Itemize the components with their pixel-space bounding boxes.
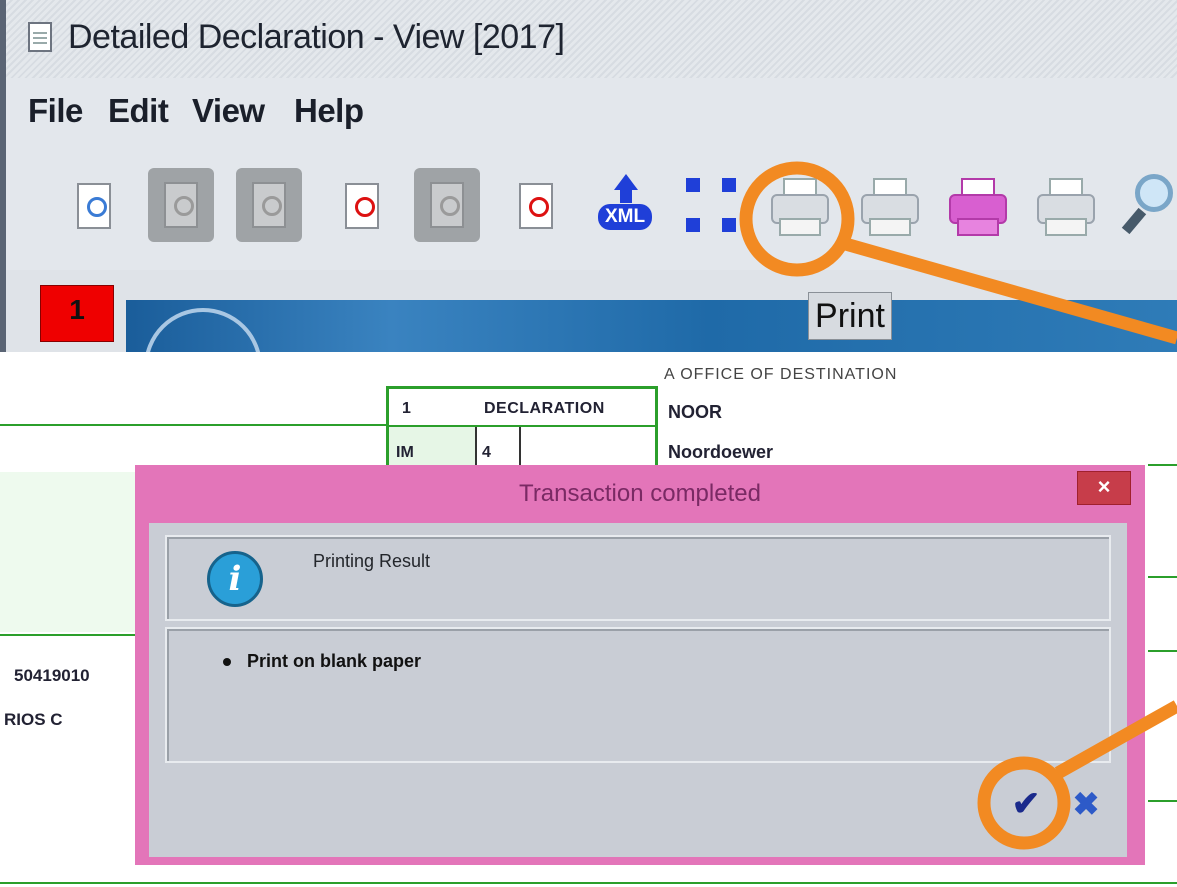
printer-pink-icon bbox=[947, 178, 1007, 236]
disabled-doc-button-3 bbox=[414, 168, 480, 242]
declaration-subtype: 4 bbox=[482, 444, 491, 461]
xml-label: XML bbox=[598, 204, 652, 230]
commodity-code: 50419010 bbox=[14, 666, 90, 685]
dialog-close-button[interactable]: × bbox=[1077, 471, 1131, 505]
info-title: Printing Result bbox=[313, 551, 431, 571]
cancel-button[interactable]: ✖ bbox=[1065, 783, 1107, 825]
document-icon bbox=[28, 22, 52, 52]
printer-icon bbox=[1035, 178, 1095, 236]
bullet-icon bbox=[223, 658, 231, 666]
search-button[interactable] bbox=[1118, 166, 1177, 246]
un-logo-icon bbox=[144, 308, 262, 352]
menu-help[interactable]: Help bbox=[294, 92, 364, 130]
menu-edit[interactable]: Edit bbox=[108, 92, 169, 130]
view-doc-icon bbox=[519, 183, 553, 229]
dialog-title: Transaction completed bbox=[519, 480, 761, 507]
menu-view[interactable]: View bbox=[192, 92, 265, 130]
ok-button[interactable]: ✔ bbox=[1005, 783, 1047, 825]
view-doc-button-2[interactable] bbox=[502, 166, 570, 246]
view-doc-button-1[interactable] bbox=[328, 166, 396, 246]
magnifier-icon bbox=[1121, 174, 1177, 238]
header-banner bbox=[126, 300, 1177, 352]
print-button[interactable] bbox=[764, 166, 832, 246]
message-text: Print on blank paper bbox=[247, 651, 422, 671]
print-button-2[interactable] bbox=[854, 166, 922, 246]
xml-export-icon: XML bbox=[594, 174, 654, 238]
declaration-label: DECLARATION bbox=[484, 400, 605, 417]
printer-icon bbox=[859, 178, 919, 236]
expand-icon bbox=[682, 176, 742, 236]
search-doc-icon bbox=[77, 183, 111, 229]
disabled-doc-icon bbox=[164, 182, 198, 228]
toolbar: XML bbox=[6, 148, 1177, 270]
print-button-3[interactable] bbox=[1030, 166, 1098, 246]
transaction-dialog: Transaction completed × i Printing Resul… bbox=[135, 465, 1145, 865]
tab-1[interactable]: 1 bbox=[40, 285, 114, 342]
title-bar: Detailed Declaration - View [2017] bbox=[6, 0, 1177, 78]
message-panel bbox=[165, 627, 1111, 763]
printer-icon bbox=[769, 178, 829, 236]
declaration-type: IM bbox=[396, 444, 414, 461]
xml-export-button[interactable]: XML bbox=[590, 166, 658, 246]
menu-file[interactable]: File bbox=[28, 92, 83, 130]
window-title: Detailed Declaration - View [2017] bbox=[68, 18, 565, 56]
declaration-number: 1 bbox=[402, 400, 411, 417]
print-color-button[interactable] bbox=[942, 166, 1010, 246]
search-doc-button[interactable] bbox=[60, 166, 128, 246]
destination-name: Noordoewer bbox=[668, 442, 774, 462]
print-tooltip: Print bbox=[808, 292, 892, 340]
app-window: Detailed Declaration - View [2017] File … bbox=[0, 0, 1177, 352]
expand-button[interactable] bbox=[678, 166, 746, 246]
disabled-doc-button-2 bbox=[236, 168, 302, 242]
view-doc-icon bbox=[345, 183, 379, 229]
destination-code: NOOR bbox=[668, 402, 722, 422]
menu-bar: File Edit View Help bbox=[6, 78, 1177, 148]
party-name: RIOS C bbox=[4, 710, 63, 729]
info-panel bbox=[165, 535, 1111, 621]
disabled-doc-icon bbox=[252, 182, 286, 228]
disabled-doc-icon bbox=[430, 182, 464, 228]
disabled-doc-button-1 bbox=[148, 168, 214, 242]
info-icon: i bbox=[207, 551, 263, 607]
destination-header: A OFFICE OF DESTINATION bbox=[664, 366, 898, 383]
